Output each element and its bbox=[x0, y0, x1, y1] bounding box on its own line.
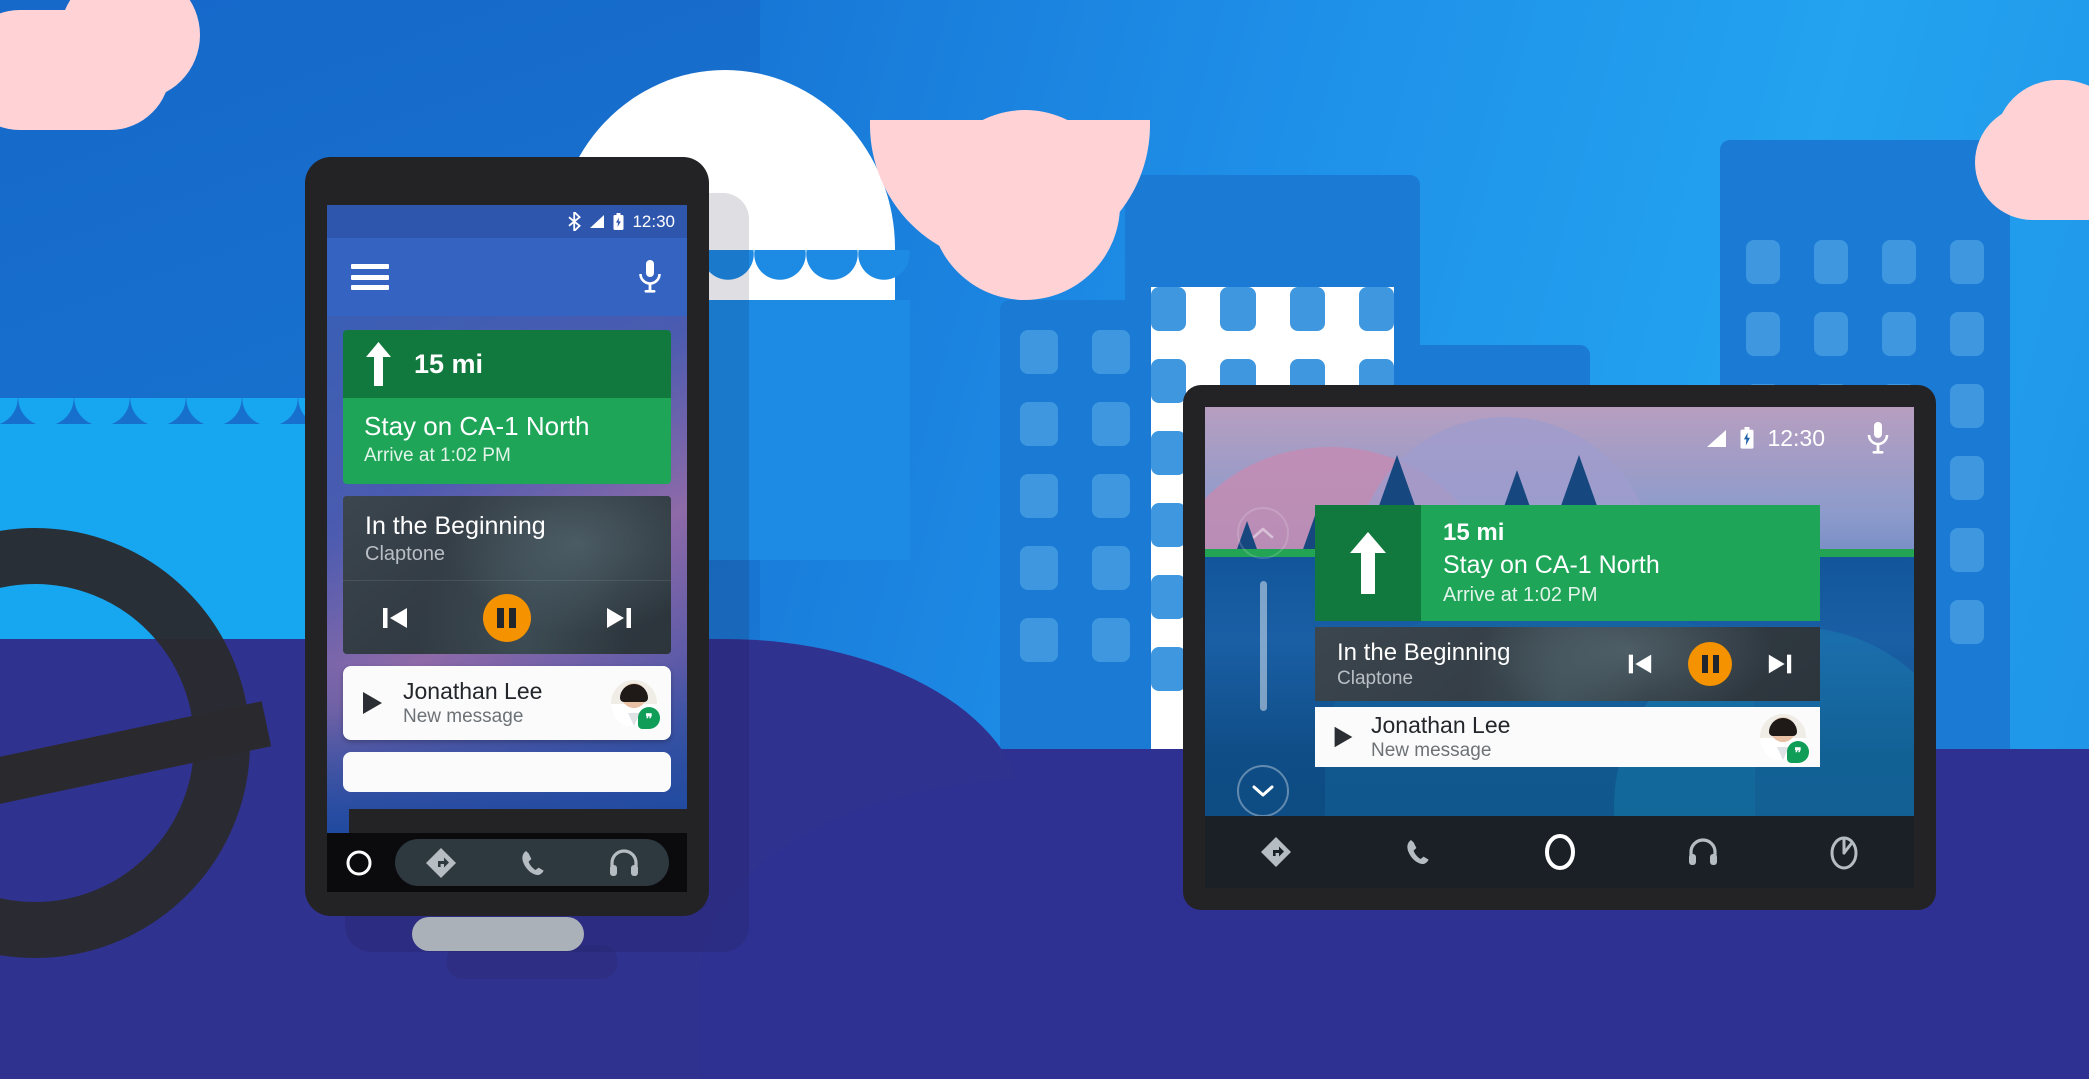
phone-content-area: 15 mi Stay on CA-1 North Arrive at 1:02 … bbox=[327, 316, 687, 833]
navigation-diamond-icon[interactable] bbox=[1260, 836, 1292, 868]
headphones-icon[interactable] bbox=[609, 848, 639, 877]
head-unit-track-artist: Claptone bbox=[1337, 667, 1414, 689]
straight-arrow-icon bbox=[365, 342, 392, 386]
bluetooth-icon bbox=[568, 212, 582, 231]
scrollbar-thumb[interactable] bbox=[1260, 581, 1267, 711]
phone-nav-card-header: 15 mi bbox=[343, 330, 671, 398]
phone-message-subtitle: New message bbox=[403, 706, 524, 727]
head-unit-status-bar: 12:30 bbox=[1205, 407, 1914, 469]
microphone-icon[interactable] bbox=[637, 259, 663, 295]
phone-nav-eta: Arrive at 1:02 PM bbox=[364, 445, 511, 466]
head-unit-status-time: 12:30 bbox=[1767, 424, 1825, 451]
phone-media-card[interactable]: In the Beginning Claptone bbox=[343, 496, 671, 654]
phone-icon[interactable] bbox=[1403, 837, 1433, 867]
phone-track-title: In the Beginning bbox=[365, 512, 546, 540]
head-unit-media-card[interactable]: In the Beginning Claptone bbox=[1315, 627, 1820, 701]
phone-nav-distance: 15 mi bbox=[414, 348, 484, 379]
contact-avatar: ❞ bbox=[1760, 714, 1809, 763]
head-unit-scroll-controls bbox=[1233, 507, 1297, 817]
head-unit-message-subtitle: New message bbox=[1371, 740, 1492, 761]
phone-nav-instruction: Stay on CA-1 North bbox=[364, 411, 590, 441]
head-unit-nav-text: 15 mi Stay on CA-1 North Arrive at 1:02 … bbox=[1421, 505, 1820, 621]
avatar-hair bbox=[620, 684, 648, 702]
signal-icon bbox=[589, 214, 605, 229]
chevron-up-icon[interactable] bbox=[1237, 507, 1289, 559]
phone-media-controls bbox=[343, 580, 671, 654]
straight-arrow-icon bbox=[1315, 505, 1421, 621]
phone-nav-card-body: Stay on CA-1 North Arrive at 1:02 PM bbox=[343, 398, 671, 484]
head-unit-message-text: Jonathan Lee New message bbox=[1371, 712, 1746, 762]
phone-next-card-peek[interactable] bbox=[343, 752, 671, 792]
head-unit-navigation-bar bbox=[1205, 816, 1914, 888]
navigation-diamond-icon[interactable] bbox=[425, 847, 457, 879]
illustration-scene: 12:30 15 mi Stay on CA-1 North Arrive at… bbox=[0, 0, 2089, 1079]
contact-avatar: ❞ bbox=[611, 680, 660, 729]
car-apps-icon[interactable] bbox=[1829, 834, 1859, 870]
phone-device: 12:30 15 mi Stay on CA-1 North Arrive at… bbox=[305, 157, 709, 916]
building-left-low bbox=[1000, 300, 1150, 790]
signal-icon bbox=[1706, 429, 1727, 448]
phone-screen-chin bbox=[349, 809, 687, 833]
phone-icon[interactable] bbox=[518, 848, 548, 878]
head-unit-nav-eta: Arrive at 1:02 PM bbox=[1443, 584, 1598, 606]
phone-screen: 12:30 15 mi Stay on CA-1 North Arrive at… bbox=[327, 205, 687, 833]
battery-icon bbox=[1740, 427, 1754, 449]
skip-previous-icon[interactable] bbox=[380, 603, 410, 633]
phone-status-bar: 12:30 bbox=[327, 205, 687, 238]
head-unit-media-controls bbox=[1626, 642, 1820, 686]
phone-message-card[interactable]: Jonathan Lee New message ❞ bbox=[343, 666, 671, 740]
head-unit-message-card[interactable]: Jonathan Lee New message ❞ bbox=[1315, 707, 1820, 767]
phone-mount-stand bbox=[412, 917, 584, 951]
play-icon[interactable] bbox=[1329, 723, 1357, 751]
head-unit-message-sender: Jonathan Lee bbox=[1371, 712, 1511, 738]
phone-app-bar bbox=[327, 238, 687, 316]
battery-icon bbox=[613, 213, 624, 230]
home-circle-icon[interactable] bbox=[345, 849, 373, 877]
phone-message-sender: Jonathan Lee bbox=[403, 678, 543, 704]
pause-icon[interactable] bbox=[1688, 642, 1732, 686]
phone-navigation-card[interactable]: 15 mi Stay on CA-1 North Arrive at 1:02 … bbox=[343, 330, 671, 484]
phone-media-info: In the Beginning Claptone bbox=[343, 496, 671, 580]
skip-next-icon[interactable] bbox=[604, 603, 634, 633]
play-icon[interactable] bbox=[357, 688, 387, 718]
phone-track-artist: Claptone bbox=[365, 543, 446, 565]
head-unit-card-list: 15 mi Stay on CA-1 North Arrive at 1:02 … bbox=[1315, 505, 1820, 767]
head-unit-nav-instruction: Stay on CA-1 North bbox=[1443, 551, 1660, 579]
head-unit-screen: 12:30 15 mi Stay on CA-1 North Arrive at… bbox=[1205, 407, 1914, 888]
phone-app-switcher-pill bbox=[395, 839, 669, 886]
hamburger-menu-icon[interactable] bbox=[351, 264, 389, 290]
skip-next-icon[interactable] bbox=[1766, 650, 1794, 678]
chevron-down-icon[interactable] bbox=[1237, 765, 1289, 817]
car-head-unit-device: 12:30 15 mi Stay on CA-1 North Arrive at… bbox=[1183, 385, 1936, 910]
home-circle-icon[interactable] bbox=[1543, 833, 1577, 871]
phone-message-text: Jonathan Lee New message bbox=[403, 678, 595, 728]
phone-navigation-bar bbox=[327, 833, 687, 892]
head-unit-track-title: In the Beginning bbox=[1337, 638, 1511, 666]
avatar-hair bbox=[1769, 718, 1797, 736]
phone-status-time: 12:30 bbox=[632, 211, 675, 231]
cloud-center-b bbox=[930, 110, 1120, 300]
hangouts-badge-icon: ❞ bbox=[638, 707, 660, 729]
hangouts-badge-icon: ❞ bbox=[1787, 741, 1809, 763]
microphone-icon[interactable] bbox=[1866, 421, 1890, 455]
head-unit-navigation-card[interactable]: 15 mi Stay on CA-1 North Arrive at 1:02 … bbox=[1315, 505, 1820, 621]
pause-icon[interactable] bbox=[482, 593, 531, 642]
headphones-icon[interactable] bbox=[1688, 838, 1718, 866]
head-unit-media-info: In the Beginning Claptone bbox=[1315, 639, 1626, 690]
skip-previous-icon[interactable] bbox=[1626, 650, 1654, 678]
head-unit-nav-distance: 15 mi bbox=[1443, 519, 1505, 546]
